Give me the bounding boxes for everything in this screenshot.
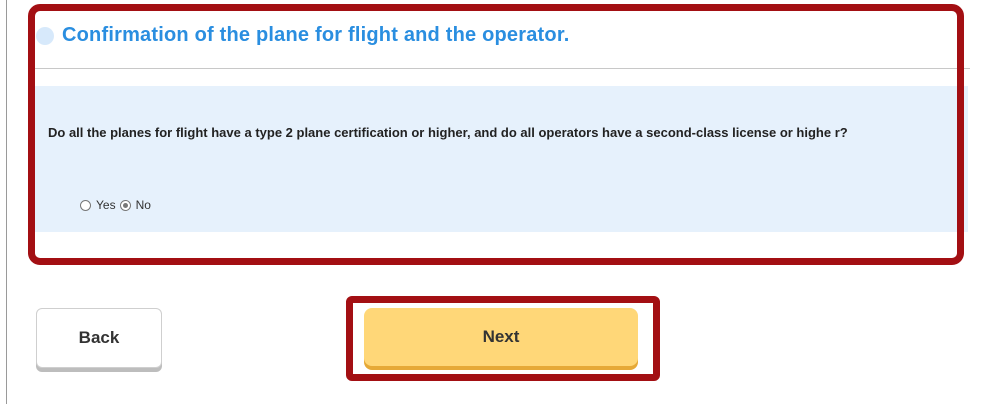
radio-yes-label[interactable]: Yes (96, 198, 116, 212)
back-button[interactable]: Back (36, 308, 162, 368)
radio-option-no[interactable]: No (119, 198, 151, 212)
bullet-dot-icon (36, 26, 54, 45)
radio-option-yes[interactable]: Yes (80, 198, 116, 212)
question-text: Do all the planes for flight have a type… (48, 125, 848, 140)
section-header: Confirmation of the plane for flight and… (36, 24, 569, 47)
section-title: Confirmation of the plane for flight and… (62, 24, 570, 46)
section-divider (30, 68, 970, 69)
radio-no-checked-icon[interactable] (119, 199, 131, 211)
question-panel: Do all the planes for flight have a type… (34, 86, 968, 232)
radio-yes-unchecked-icon[interactable] (80, 199, 91, 211)
radio-no-label[interactable]: No (136, 198, 151, 212)
next-button[interactable]: Next (364, 308, 638, 366)
radio-group: Yes No (80, 198, 155, 212)
